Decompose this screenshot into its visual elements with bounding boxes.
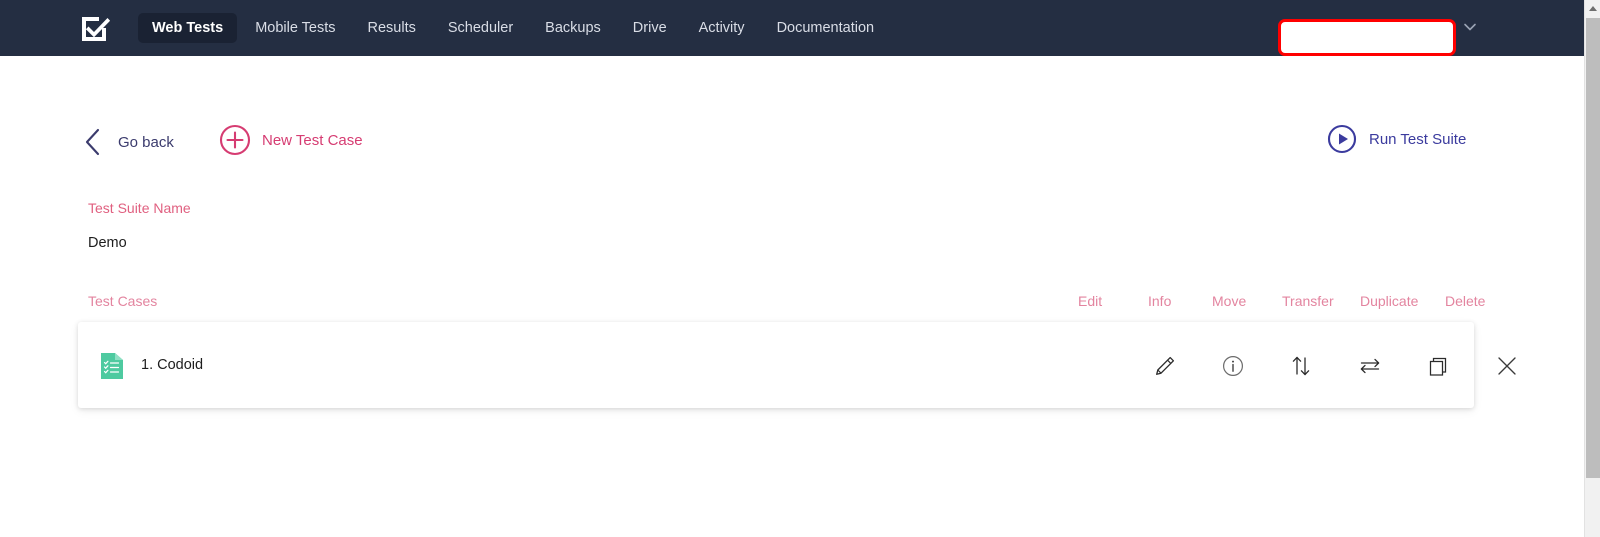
go-back-label: Go back	[118, 133, 174, 151]
page-toolbar: Go back New Test Case Run Test Suite	[0, 121, 1584, 171]
test-suite-name-block: Test Suite Name Demo	[88, 201, 191, 251]
test-case-action-buttons	[1060, 349, 1516, 383]
column-header-edit: Edit	[1078, 293, 1103, 309]
column-header-delete: Delete	[1445, 293, 1486, 309]
app-logo[interactable]	[72, 8, 118, 48]
column-header-duplicate: Duplicate	[1360, 293, 1419, 309]
test-suite-name-value: Demo	[88, 235, 127, 251]
duplicate-button[interactable]	[1421, 349, 1455, 383]
nav-item-list: Web Tests Mobile Tests Results Scheduler…	[138, 0, 892, 56]
nav-item-web-tests[interactable]: Web Tests	[138, 12, 238, 44]
table-row[interactable]: 1. Codoid	[78, 322, 1516, 408]
column-header-info: Info	[1148, 293, 1172, 309]
chevron-left-icon	[82, 127, 104, 157]
run-test-suite-button[interactable]: Run Test Suite	[1327, 124, 1466, 154]
info-circle-icon	[1221, 354, 1245, 378]
new-test-case-label: New Test Case	[262, 131, 363, 149]
test-cases-header: Test Cases Edit Info Move Transfer Dupli…	[0, 294, 1584, 320]
top-navigation-bar: Web Tests Mobile Tests Results Scheduler…	[0, 0, 1584, 56]
edit-button[interactable]	[1148, 349, 1182, 383]
chevron-down-icon[interactable]	[1461, 18, 1479, 36]
main-content: Go back New Test Case Run Test Suite Tes…	[0, 56, 1584, 537]
new-test-case-button[interactable]: New Test Case	[219, 124, 363, 156]
info-button[interactable]	[1216, 349, 1250, 383]
column-header-move: Move	[1212, 293, 1247, 309]
pencil-icon	[1153, 354, 1177, 378]
transfer-arrows-icon	[1357, 353, 1383, 379]
go-back-button[interactable]: Go back	[82, 127, 174, 157]
checkbox-check-logo-icon	[78, 11, 112, 45]
account-field[interactable]	[1278, 19, 1456, 56]
close-x-icon	[1494, 353, 1520, 379]
delete-button[interactable]	[1490, 349, 1524, 383]
column-header-transfer: Transfer	[1282, 293, 1334, 309]
test-case-name: 1. Codoid	[141, 357, 204, 373]
test-cases-section-title: Test Cases	[88, 293, 158, 309]
test-suite-name-label: Test Suite Name	[88, 200, 191, 216]
move-button[interactable]	[1284, 349, 1318, 383]
nav-item-results[interactable]: Results	[354, 13, 430, 44]
app-root: Web Tests Mobile Tests Results Scheduler…	[0, 0, 1600, 537]
nav-item-scheduler[interactable]: Scheduler	[434, 13, 527, 44]
nav-item-documentation[interactable]: Documentation	[763, 13, 889, 44]
test-case-document-icon	[100, 352, 124, 380]
nav-item-mobile-tests[interactable]: Mobile Tests	[241, 13, 349, 44]
scroll-up-arrow-icon[interactable]	[1585, 0, 1600, 17]
plus-circle-icon	[219, 124, 251, 156]
copy-icon	[1426, 354, 1450, 378]
page-scrollbar[interactable]	[1584, 0, 1600, 537]
nav-item-activity[interactable]: Activity	[685, 13, 759, 44]
play-circle-icon	[1327, 124, 1357, 154]
transfer-button[interactable]	[1353, 349, 1387, 383]
scroll-thumb[interactable]	[1586, 18, 1600, 478]
nav-item-backups[interactable]: Backups	[531, 13, 615, 44]
run-test-suite-label: Run Test Suite	[1369, 130, 1467, 148]
nav-item-drive[interactable]: Drive	[619, 13, 681, 44]
test-cases-column-headers: Edit Info Move Transfer Duplicate Delete	[1060, 293, 1485, 314]
sort-arrows-icon	[1288, 353, 1314, 379]
